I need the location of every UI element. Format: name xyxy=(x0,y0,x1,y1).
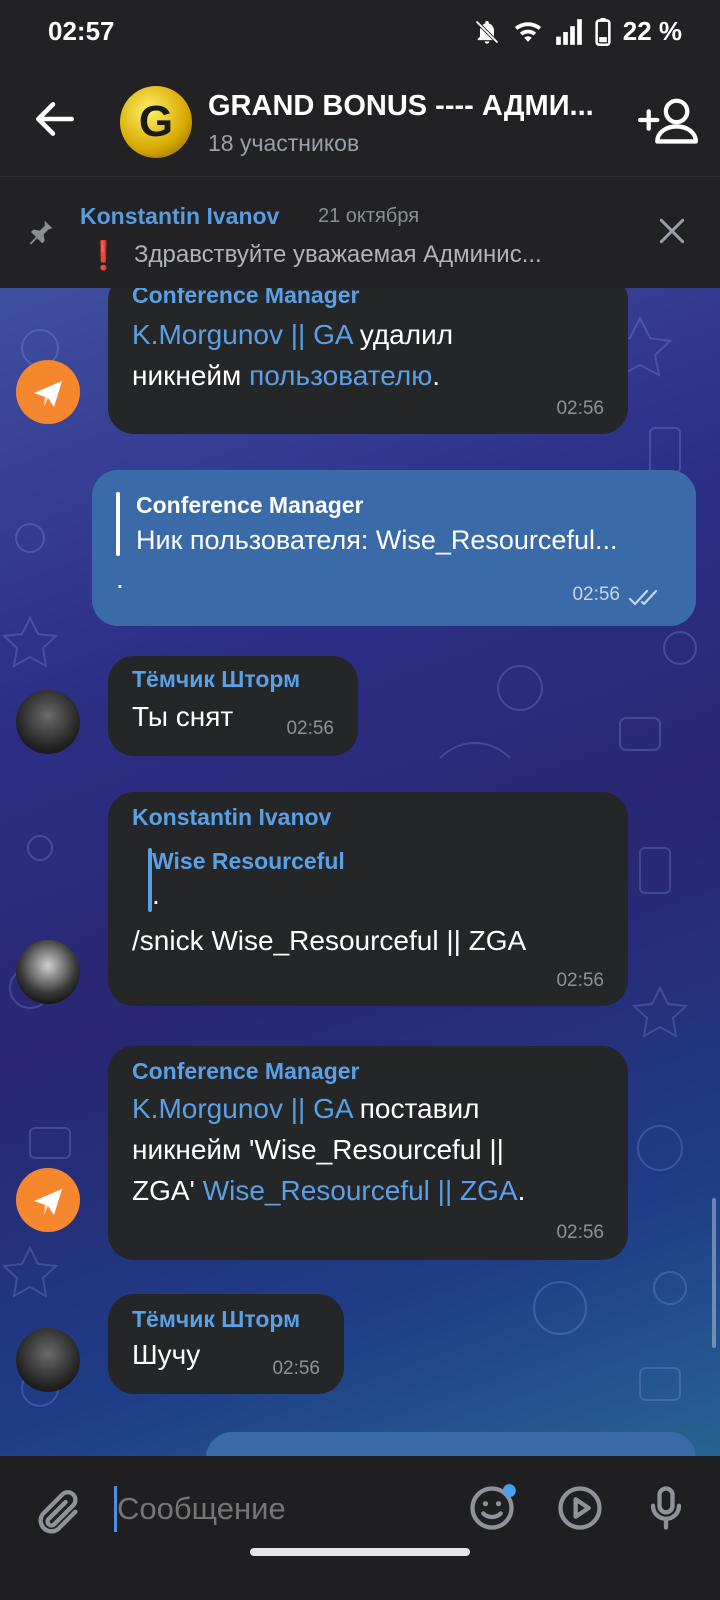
message-time: 02:56 xyxy=(556,1222,604,1243)
message-time: 02:56 xyxy=(556,398,604,419)
message-time: 02:56 xyxy=(556,970,604,991)
avatar[interactable] xyxy=(16,940,80,1004)
message-sender: Тёмчик Шторм xyxy=(132,1306,301,1332)
close-icon[interactable] xyxy=(656,215,688,247)
message-bubble[interactable]: Тёмчик Шторм Ты снят 02:56 xyxy=(108,656,358,756)
user-mention[interactable]: Wise_Resourceful || ZGA xyxy=(203,1175,518,1206)
message-sender: Тёмчик Шторм xyxy=(132,666,301,692)
status-time: 02:57 xyxy=(48,16,115,46)
scrollbar[interactable] xyxy=(712,1198,716,1348)
double-check-icon xyxy=(628,589,658,606)
message-bubble[interactable]: Тёмчик Шторм Шучу 02:56 xyxy=(108,1294,344,1394)
pinned-date: 21 октября xyxy=(318,205,420,227)
wifi-icon xyxy=(514,21,541,42)
signal-icon xyxy=(555,18,582,45)
attach-icon[interactable] xyxy=(32,1488,84,1540)
avatar[interactable] xyxy=(16,1168,80,1232)
avatar[interactable] xyxy=(16,360,80,424)
message-sender: Konstantin Ivanov xyxy=(132,804,332,830)
message-time: 02:56 xyxy=(272,1358,320,1379)
chat-header: G GRAND BONUS ---- АДМИ... 18 участников xyxy=(0,64,720,176)
pin-icon xyxy=(29,220,53,245)
battery-icon xyxy=(595,17,611,46)
message-composer xyxy=(0,1456,720,1600)
pinned-text: Здравствуйте уважаемая Админис... xyxy=(134,241,542,268)
user-mention[interactable]: пользователю xyxy=(249,360,432,391)
reply-sender[interactable]: Wise Resourceful xyxy=(152,848,345,875)
message-text: K.Morgunov || GA удалил никнейм пользова… xyxy=(132,319,454,391)
quote-text: Ник пользователя: Wise_Resourceful... xyxy=(136,525,618,555)
message-sender: Conference Manager xyxy=(132,1058,360,1084)
message-bubble[interactable]: Conference Manager K.Morgunov || GA удал… xyxy=(108,288,628,434)
message-text: . xyxy=(116,563,124,594)
user-mention[interactable]: K.Morgunov || GA xyxy=(132,319,352,350)
group-avatar[interactable]: G xyxy=(120,86,192,158)
back-arrow-icon[interactable] xyxy=(30,94,80,144)
home-indicator[interactable] xyxy=(250,1548,470,1556)
message-bubble[interactable]: Conference Manager K.Morgunov || GA пост… xyxy=(108,1046,628,1260)
message-text: K.Morgunov || GA поставил никнейм 'Wise_… xyxy=(132,1093,526,1206)
message-bubble[interactable]: Konstantin Ivanov Wise Resourceful . /sn… xyxy=(108,792,628,1006)
message-bubble-outgoing[interactable] xyxy=(206,1432,696,1456)
avatar[interactable] xyxy=(16,1328,80,1392)
pinned-message[interactable]: Konstantin Ivanov 21 октября ❗ Здравству… xyxy=(0,176,720,288)
message-time: 02:56 xyxy=(572,584,620,605)
message-text: Ты снят xyxy=(132,701,234,732)
microphone-icon[interactable] xyxy=(640,1482,692,1534)
message-sender: Conference Manager xyxy=(132,288,360,308)
status-bar: 02:57 22 % xyxy=(0,0,720,64)
message-input[interactable] xyxy=(114,1486,449,1532)
quote-sender: Conference Manager xyxy=(136,492,364,518)
chat-title[interactable]: GRAND BONUS ---- АДМИ... xyxy=(208,90,608,123)
emoji-icon[interactable] xyxy=(466,1482,518,1534)
avatar[interactable] xyxy=(16,690,80,754)
user-mention[interactable]: K.Morgunov || GA xyxy=(132,1093,352,1124)
pinned-author: Konstantin Ivanov xyxy=(80,203,280,229)
message-text: Шучу xyxy=(132,1339,201,1370)
quote-bar xyxy=(116,492,120,556)
exclamation-icon: ❗ xyxy=(86,240,121,271)
add-member-icon[interactable] xyxy=(638,90,698,150)
video-message-icon[interactable] xyxy=(554,1482,606,1534)
status-icons: 22 % xyxy=(473,16,682,47)
mute-notifications-icon xyxy=(474,19,499,44)
message-time: 02:56 xyxy=(286,718,334,739)
battery-level: 22 % xyxy=(622,16,682,46)
paper-plane-icon xyxy=(34,1189,62,1215)
paper-plane-icon xyxy=(34,381,62,407)
message-text: /snick Wise_Resourceful || ZGA xyxy=(132,925,527,956)
message-bubble-outgoing[interactable]: Conference Manager Ник пользователя: Wis… xyxy=(92,470,696,626)
reply-text: . xyxy=(152,879,160,910)
chat-messages[interactable]: Conference Manager K.Morgunov || GA удал… xyxy=(0,288,720,1456)
member-count[interactable]: 18 участников xyxy=(208,130,359,157)
